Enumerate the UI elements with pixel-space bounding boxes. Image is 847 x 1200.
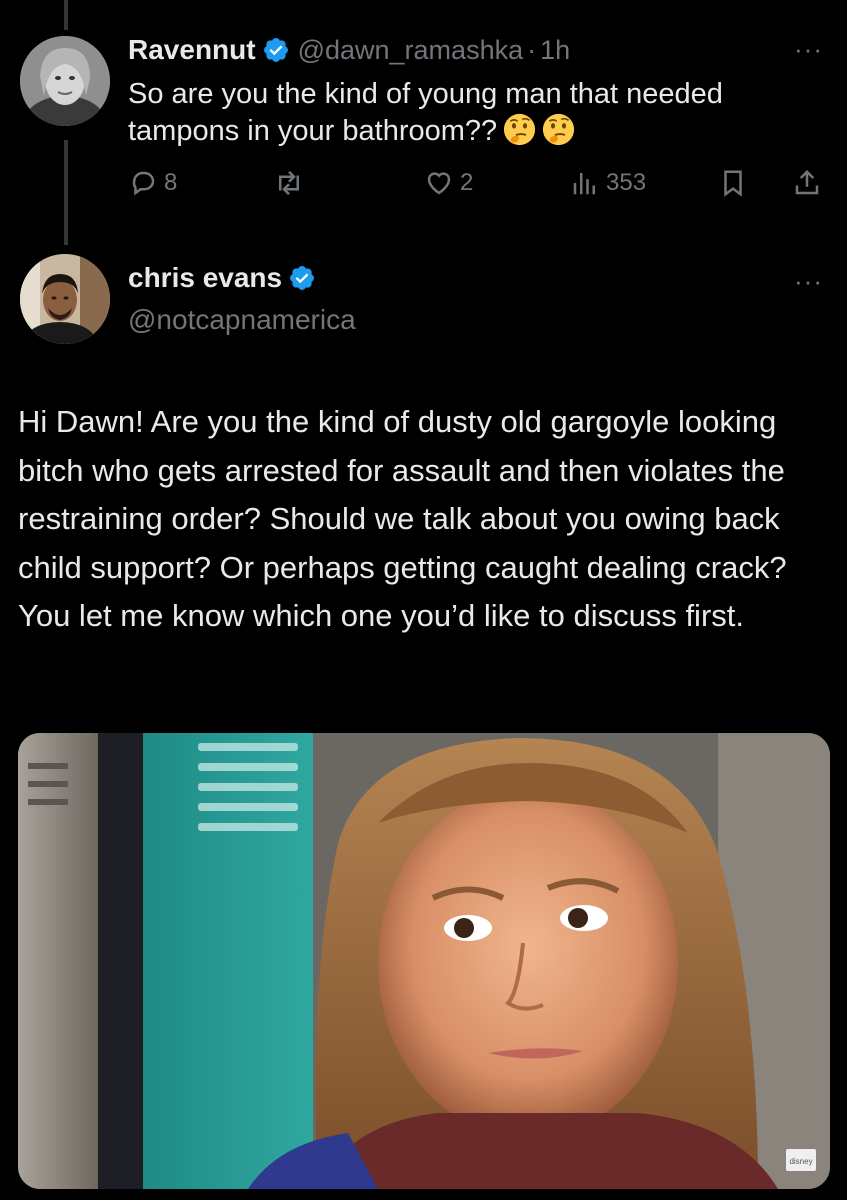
more-options-icon[interactable]: ··· — [794, 268, 823, 294]
like-count: 2 — [460, 169, 474, 196]
post-text: Hi Dawn! Are you the kind of dusty old g… — [18, 404, 787, 633]
more-options-icon[interactable]: ··· — [794, 36, 823, 62]
repost-button[interactable] — [274, 168, 304, 198]
reply-timestamp[interactable]: 1h — [540, 35, 570, 66]
verified-badge-icon — [263, 38, 288, 62]
views-chart-icon — [573, 173, 595, 195]
views-button[interactable]: 353 — [570, 168, 646, 198]
reply-body: So are you the kind of young man that ne… — [128, 76, 818, 150]
post-media-image[interactable]: disney — [18, 733, 830, 1189]
post-author-name[interactable]: chris evans — [128, 262, 282, 294]
reply-author-name[interactable]: Ravennut — [128, 34, 256, 66]
reply-header: Ravennut @dawn_ramashka · 1h — [128, 28, 570, 72]
bookmark-icon — [724, 170, 742, 197]
like-button[interactable]: 2 — [424, 168, 473, 198]
thread-line-top — [64, 0, 68, 30]
share-icon — [795, 169, 819, 195]
verified-badge-icon — [290, 266, 315, 290]
thread-line-bottom — [64, 140, 68, 245]
media-watermark: disney — [789, 1157, 812, 1166]
media-photo: disney — [18, 733, 830, 1189]
reply-icon — [132, 171, 155, 196]
repost-icon — [279, 170, 299, 196]
post-author-handle[interactable]: @notcapnamerica — [128, 304, 356, 336]
dot-separator: · — [527, 34, 537, 65]
bookmark-button[interactable] — [718, 168, 748, 198]
reply-author-handle[interactable]: @dawn_ramashka — [298, 35, 524, 66]
post-header: chris evans — [128, 262, 316, 294]
thinking-face-emoji-icon — [543, 113, 575, 146]
reply-button[interactable]: 8 — [128, 168, 177, 198]
view-count: 353 — [606, 169, 647, 196]
thinking-face-emoji-icon — [504, 113, 536, 146]
heart-icon — [427, 172, 451, 195]
avatar-chris-evans[interactable] — [20, 254, 110, 344]
avatar-ravennut[interactable] — [20, 36, 110, 126]
reply-count: 8 — [164, 169, 178, 196]
reply-text: So are you the kind of young man that ne… — [128, 78, 723, 147]
share-button[interactable] — [792, 168, 822, 198]
reply-action-bar: 8 2 353 — [128, 168, 828, 208]
